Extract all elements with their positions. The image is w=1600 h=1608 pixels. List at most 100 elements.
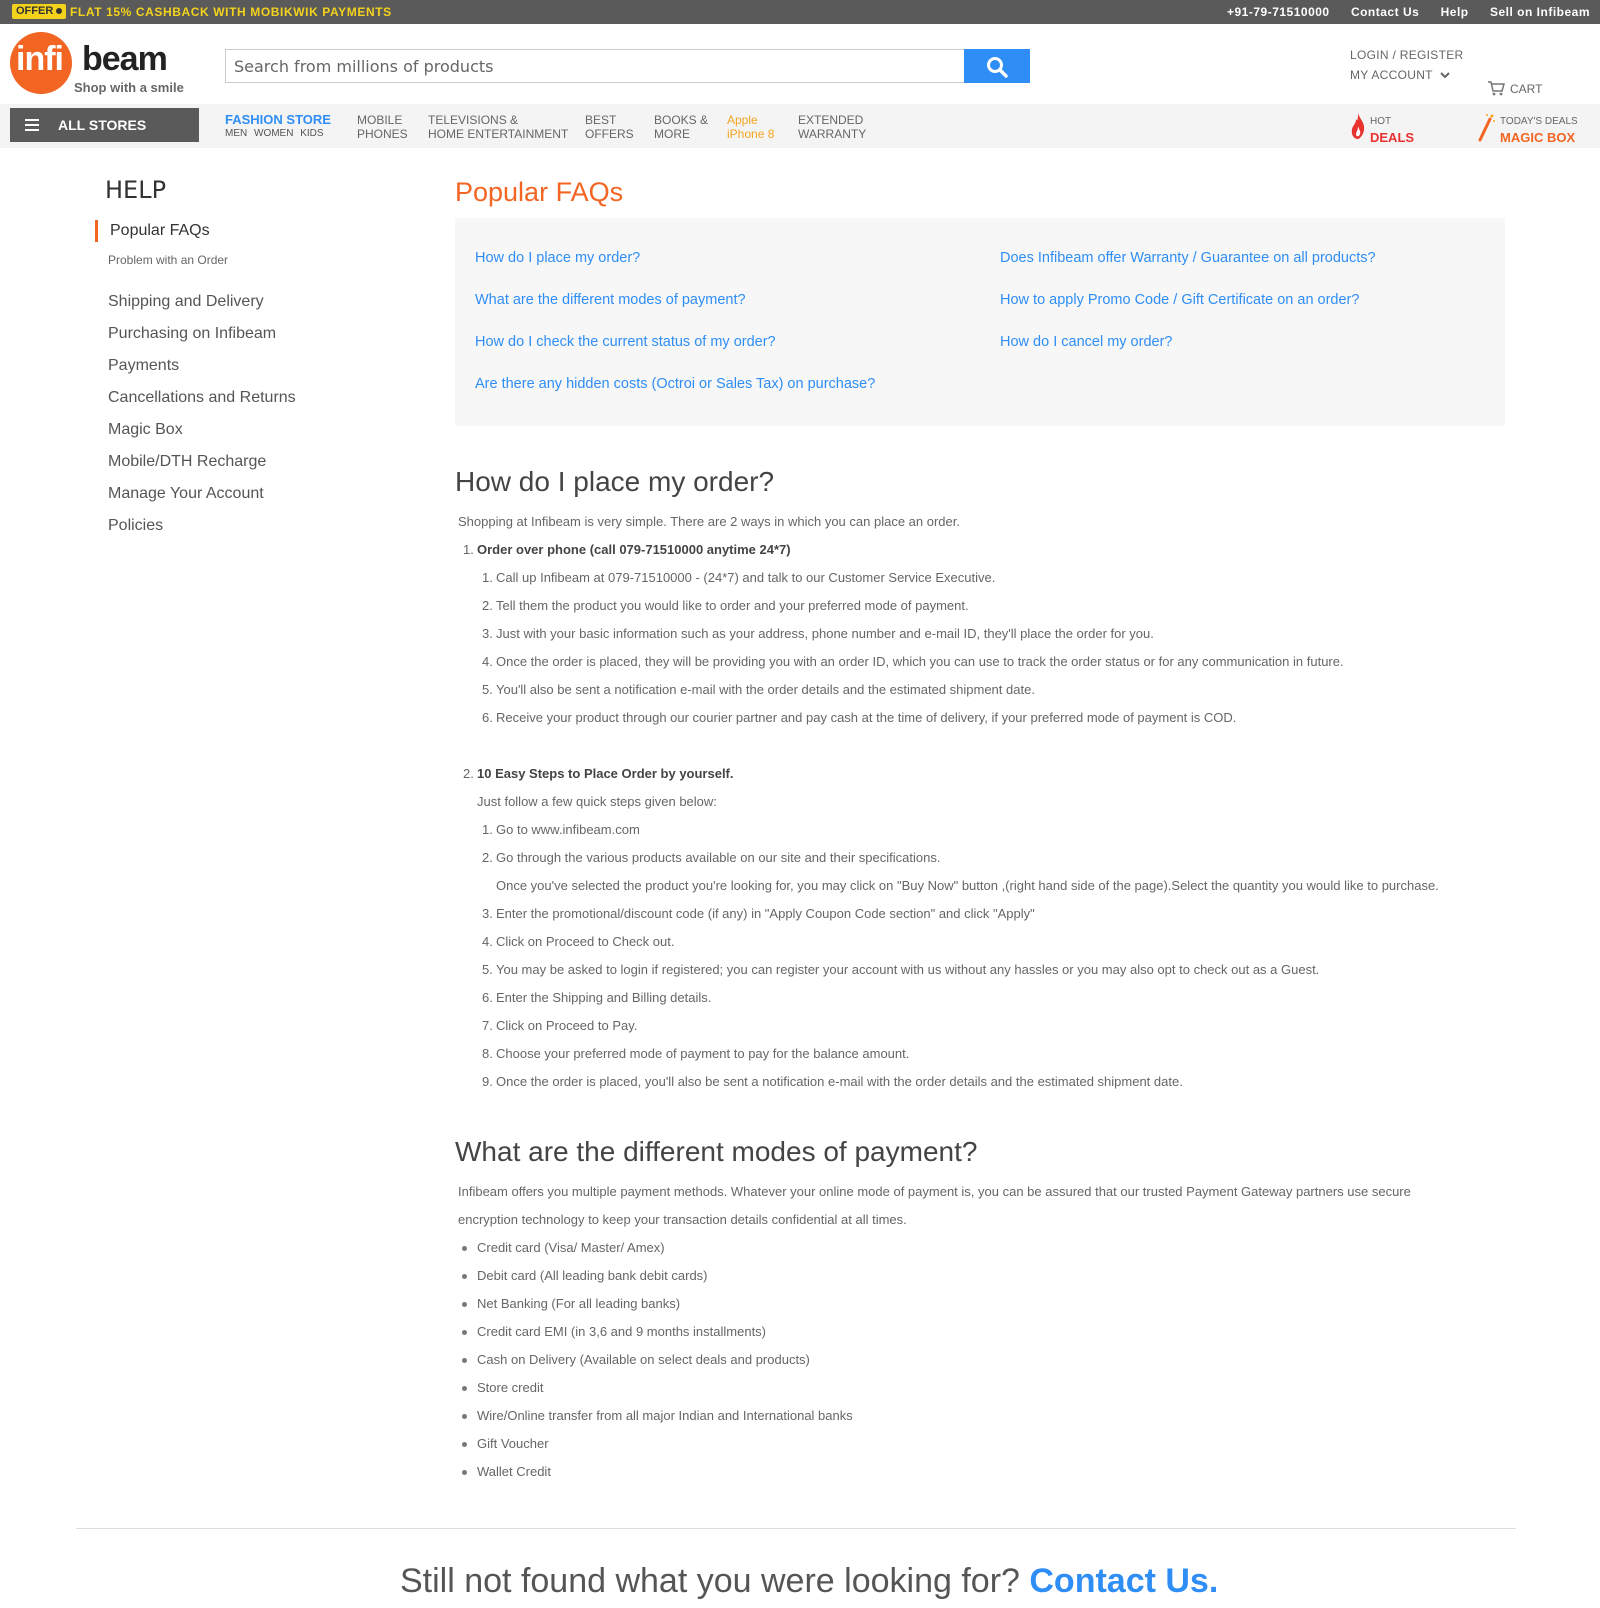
infibeam-logo[interactable]: infi beam Shop with a smile [10, 32, 190, 96]
bullet-icon [462, 1442, 467, 1447]
nav-best-line2: OFFERS [585, 127, 634, 141]
magic-box-big: MAGIC BOX [1500, 130, 1576, 145]
sidebar-item-magic-box[interactable]: Magic Box [108, 419, 296, 451]
way2-intro: Just follow a few quick steps given belo… [477, 794, 717, 809]
payment-method: Wallet Credit [477, 1464, 551, 1479]
nav-warranty-line2: WARRANTY [798, 127, 867, 141]
sidebar-item-purchasing[interactable]: Purchasing on Infibeam [108, 323, 296, 355]
help-title: HELP [105, 176, 167, 204]
nav-mobile-line1: MOBILE [357, 113, 403, 127]
payment-method: Store credit [477, 1380, 544, 1395]
footer-contact-us-link[interactable]: Contact Us. [1029, 1562, 1218, 1600]
bullet-icon [462, 1246, 467, 1251]
nav-books-line1: BOOKS & [654, 113, 709, 127]
way1-step: You'll also be sent a notification e-mai… [496, 682, 1035, 697]
bullet-icon [462, 1302, 467, 1307]
footer-question: Still not found what you were looking fo… [400, 1562, 1218, 1601]
login-register-link[interactable]: LOGIN / REGISTER [1350, 48, 1464, 62]
bullet-icon [462, 1274, 467, 1279]
offer-badge-label: OFFER [16, 5, 54, 17]
offer-text[interactable]: FLAT 15% CASHBACK WITH MOBIKWIK PAYMENTS [70, 5, 392, 19]
list-number: 6. [482, 710, 493, 725]
list-number: 2. [482, 850, 493, 865]
all-stores-button[interactable]: ALL STORES [10, 108, 199, 142]
payment-method: Wire/Online transfer from all major Indi… [477, 1408, 853, 1423]
way1-title: Order over phone (call 079-71510000 anyt… [477, 542, 791, 557]
help-link[interactable]: Help [1441, 5, 1469, 19]
sidebar-item-popular-faqs[interactable]: Popular FAQs [95, 220, 210, 242]
sidebar-item-payments[interactable]: Payments [108, 355, 296, 387]
sell-link[interactable]: Sell on Infibeam [1490, 5, 1590, 19]
nav-apple-iphone[interactable]: Apple iPhone 8 [727, 113, 774, 141]
way1-step: Once the order is placed, they will be p… [496, 654, 1344, 669]
nav-best-offers[interactable]: BEST OFFERS [585, 113, 634, 141]
way2-number: 2. [463, 766, 474, 781]
contact-us-link[interactable]: Contact Us [1351, 5, 1419, 19]
section1-intro: Shopping at Infibeam is very simple. The… [458, 514, 960, 529]
way1-step: Call up Infibeam at 079-71510000 - (24*7… [496, 570, 996, 585]
hot-deals-link[interactable]: HOT DEALS [1350, 112, 1414, 145]
faq-link[interactable]: How to apply Promo Code / Gift Certifica… [1000, 292, 1359, 308]
faq-links-box: How do I place my order? What are the di… [455, 218, 1505, 426]
nav-apple-line2: iPhone 8 [727, 127, 775, 141]
nav-mobile-phones[interactable]: MOBILE PHONES [357, 113, 408, 141]
way2-step: You may be asked to login if registered;… [496, 962, 1320, 977]
sidebar-item-cancellations[interactable]: Cancellations and Returns [108, 387, 296, 419]
list-number: 5. [482, 962, 493, 977]
way1-step: Just with your basic information such as… [496, 626, 1154, 641]
search-button[interactable] [964, 49, 1030, 83]
faq-link[interactable]: Does Infibeam offer Warranty / Guarantee… [1000, 250, 1376, 266]
way2-step: Once the order is placed, you'll also be… [496, 1074, 1183, 1089]
logo-beam-text: beam [82, 40, 168, 78]
nav-fashion-store[interactable]: FASHION STORE MEN WOMEN KIDS [225, 113, 331, 141]
sidebar-item-shipping[interactable]: Shipping and Delivery [108, 291, 296, 323]
my-account-menu[interactable]: MY ACCOUNT [1350, 68, 1450, 82]
top-offer-bar: OFFER FLAT 15% CASHBACK WITH MOBIKWIK PA… [0, 0, 1600, 24]
way1-step: Receive your product through our courier… [496, 710, 1237, 725]
payment-method: Debit card (All leading bank debit cards… [477, 1268, 708, 1283]
bullet-icon [462, 1414, 467, 1419]
faq-link[interactable]: Are there any hidden costs (Octroi or Sa… [475, 376, 875, 392]
faq-link[interactable]: What are the different modes of payment? [475, 292, 746, 308]
bullet-icon [462, 1386, 467, 1391]
logo-tagline: Shop with a smile [74, 80, 184, 95]
section2-intro-line2: encryption technology to keep your trans… [458, 1212, 907, 1227]
footer-question-text: Still not found what you were looking fo… [400, 1562, 1020, 1600]
phone-number: +91-79-71510000 [1227, 5, 1330, 19]
way2-step: Go to www.infibeam.com [496, 822, 640, 837]
list-number: 3. [482, 906, 493, 921]
menu-icon [25, 119, 39, 131]
nav-extended-warranty[interactable]: EXTENDED WARRANTY [798, 113, 866, 141]
sidebar-item-recharge[interactable]: Mobile/DTH Recharge [108, 451, 296, 483]
sidebar-subitem-problem-order[interactable]: Problem with an Order [108, 253, 228, 267]
bullet-icon [462, 1330, 467, 1335]
sidebar-item-account[interactable]: Manage Your Account [108, 483, 296, 515]
magic-wand-icon [1478, 114, 1495, 142]
search-input[interactable] [225, 49, 965, 83]
cart-link[interactable]: CART [1487, 80, 1542, 96]
hot-deals-small: HOT [1370, 116, 1392, 127]
way2-step: Click on Proceed to Pay. [496, 1018, 638, 1033]
way2-step: Click on Proceed to Check out. [496, 934, 675, 949]
payment-method: Cash on Delivery (Available on select de… [477, 1352, 810, 1367]
section2-intro-line1: Infibeam offers you multiple payment met… [458, 1184, 1411, 1199]
magic-box-link[interactable]: TODAY'S DEALS MAGIC BOX [1476, 112, 1578, 147]
list-number: 2. [482, 598, 493, 613]
list-number: 9. [482, 1074, 493, 1089]
chevron-down-icon [1440, 72, 1450, 79]
nav-books-line2: MORE [654, 127, 690, 141]
nav-televisions[interactable]: TELEVISIONS & HOME ENTERTAINMENT [428, 113, 568, 141]
faq-link[interactable]: How do I check the current status of my … [475, 334, 776, 350]
flame-icon [1351, 113, 1365, 139]
faq-link[interactable]: How do I cancel my order? [1000, 334, 1172, 350]
list-number: 4. [482, 654, 493, 669]
top-links: +91-79-71510000 Contact Us Help Sell on … [1209, 5, 1590, 19]
faq-link[interactable]: How do I place my order? [475, 250, 640, 266]
sidebar-item-policies[interactable]: Policies [108, 515, 296, 547]
magic-box-small: TODAY'S DEALS [1500, 116, 1578, 127]
list-number: 4. [482, 934, 493, 949]
nav-books[interactable]: BOOKS & MORE [654, 113, 708, 141]
nav-mobile-line2: PHONES [357, 127, 408, 141]
category-nav: ALL STORES FASHION STORE MEN WOMEN KIDS … [0, 104, 1600, 148]
section-title-payment-modes: What are the different modes of payment? [455, 1136, 978, 1167]
